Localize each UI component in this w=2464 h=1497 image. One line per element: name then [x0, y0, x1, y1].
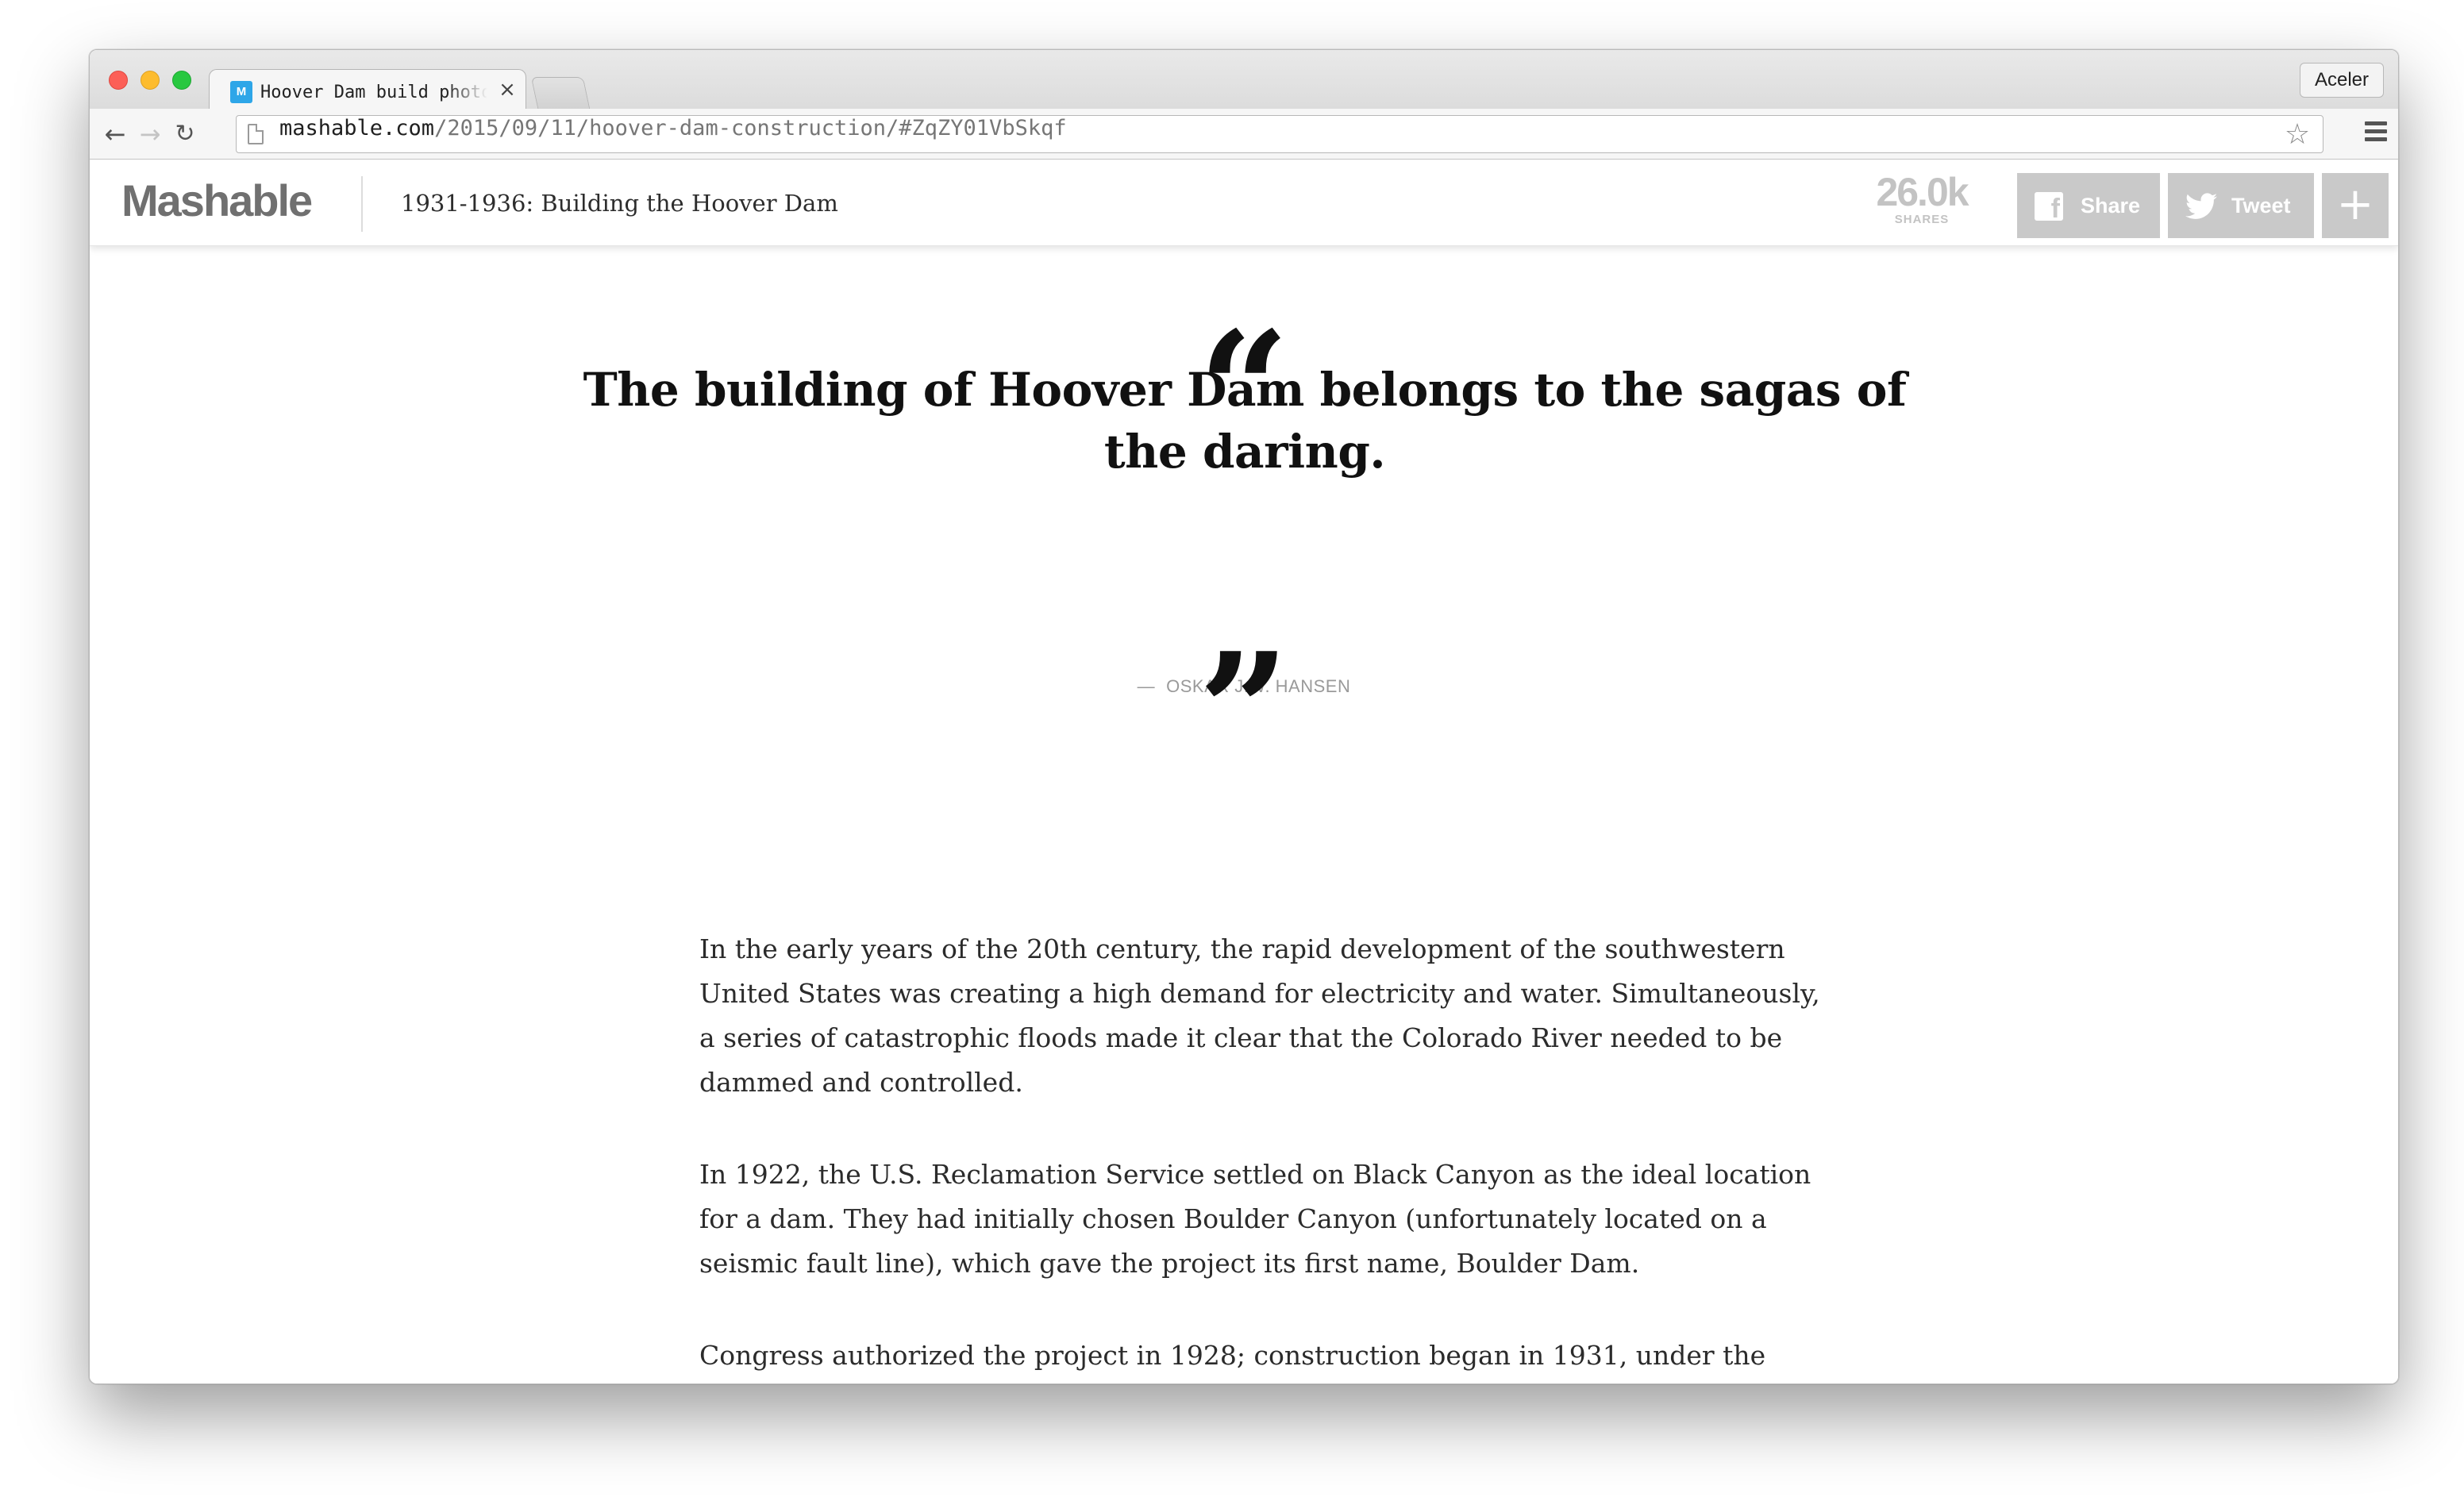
profile-button[interactable]: Aceler	[2300, 63, 2384, 98]
reload-icon[interactable]: ↻	[171, 120, 199, 148]
twitter-tweet-label: Tweet	[2231, 194, 2291, 217]
more-share-button[interactable]: +	[2322, 173, 2389, 238]
story-title: 1931-1936: Building the Hoover Dam	[401, 190, 838, 217]
tab-active[interactable]: M Hoover Dam build photos reveal ×	[209, 69, 526, 110]
browser-toolbar: ← → ↻ mashable.com/2015/09/11/hoover-dam…	[90, 109, 2398, 160]
mashable-favicon-icon: M	[230, 81, 252, 103]
minimize-window-button[interactable]	[141, 71, 160, 90]
article-paragraph: Congress authorized the project in 1928;…	[699, 1340, 1766, 1371]
url-text[interactable]: mashable.com/2015/09/11/hoover-dam-const…	[279, 116, 1067, 154]
tab-title: Hoover Dam build photos reveal	[260, 83, 487, 102]
share-count-label: SHARES	[1894, 213, 1950, 226]
new-tab-button[interactable]	[530, 77, 591, 109]
facebook-share-label: Share	[2081, 194, 2141, 217]
browser-window: M Hoover Dam build photos reveal × Acele…	[89, 49, 2399, 1384]
page-icon	[248, 124, 264, 144]
hamburger-menu-icon[interactable]	[2365, 121, 2387, 145]
url-path: /2015/09/11/hoover-dam-construction/#ZqZ…	[434, 116, 1067, 140]
tab-strip: M Hoover Dam build photos reveal × Acele…	[90, 50, 2398, 110]
mashable-logo[interactable]: Mashable	[121, 173, 313, 229]
facebook-icon: f	[2035, 192, 2063, 221]
tab-close-icon[interactable]: ×	[497, 78, 518, 102]
twitter-bird-icon	[2185, 193, 2217, 219]
address-bar[interactable]: mashable.com/2015/09/11/hoover-dam-const…	[236, 115, 2323, 153]
page-content: Mashable 1931-1936: Building the Hoover …	[90, 160, 2398, 1383]
zoom-window-button[interactable]	[172, 71, 191, 90]
site-header: Mashable 1931-1936: Building the Hoover …	[90, 160, 2398, 246]
share-count: 26.0k SHARES	[1866, 171, 1977, 227]
facebook-share-button[interactable]: f Share	[2017, 173, 2160, 238]
twitter-tweet-button[interactable]: Tweet	[2168, 173, 2314, 238]
header-divider	[361, 176, 363, 232]
article-paragraph: In the early years of the 20th century, …	[699, 933, 1820, 1098]
forward-arrow-icon[interactable]: →	[136, 120, 164, 148]
pull-quote-text: The building of Hoover Dam belongs to th…	[583, 363, 1907, 479]
back-arrow-icon[interactable]: ←	[101, 120, 129, 148]
url-host: mashable.com	[279, 116, 435, 140]
close-window-button[interactable]	[109, 71, 128, 90]
share-count-number: 26.0k	[1876, 170, 1969, 214]
close-quote-mark: ”	[1198, 618, 1290, 805]
article-paragraph: In 1922, the U.S. Reclamation Service se…	[699, 1159, 1811, 1279]
star-icon[interactable]: ☆	[2281, 119, 2313, 151]
article-body: In the early years of the 20th century, …	[699, 927, 1827, 1383]
